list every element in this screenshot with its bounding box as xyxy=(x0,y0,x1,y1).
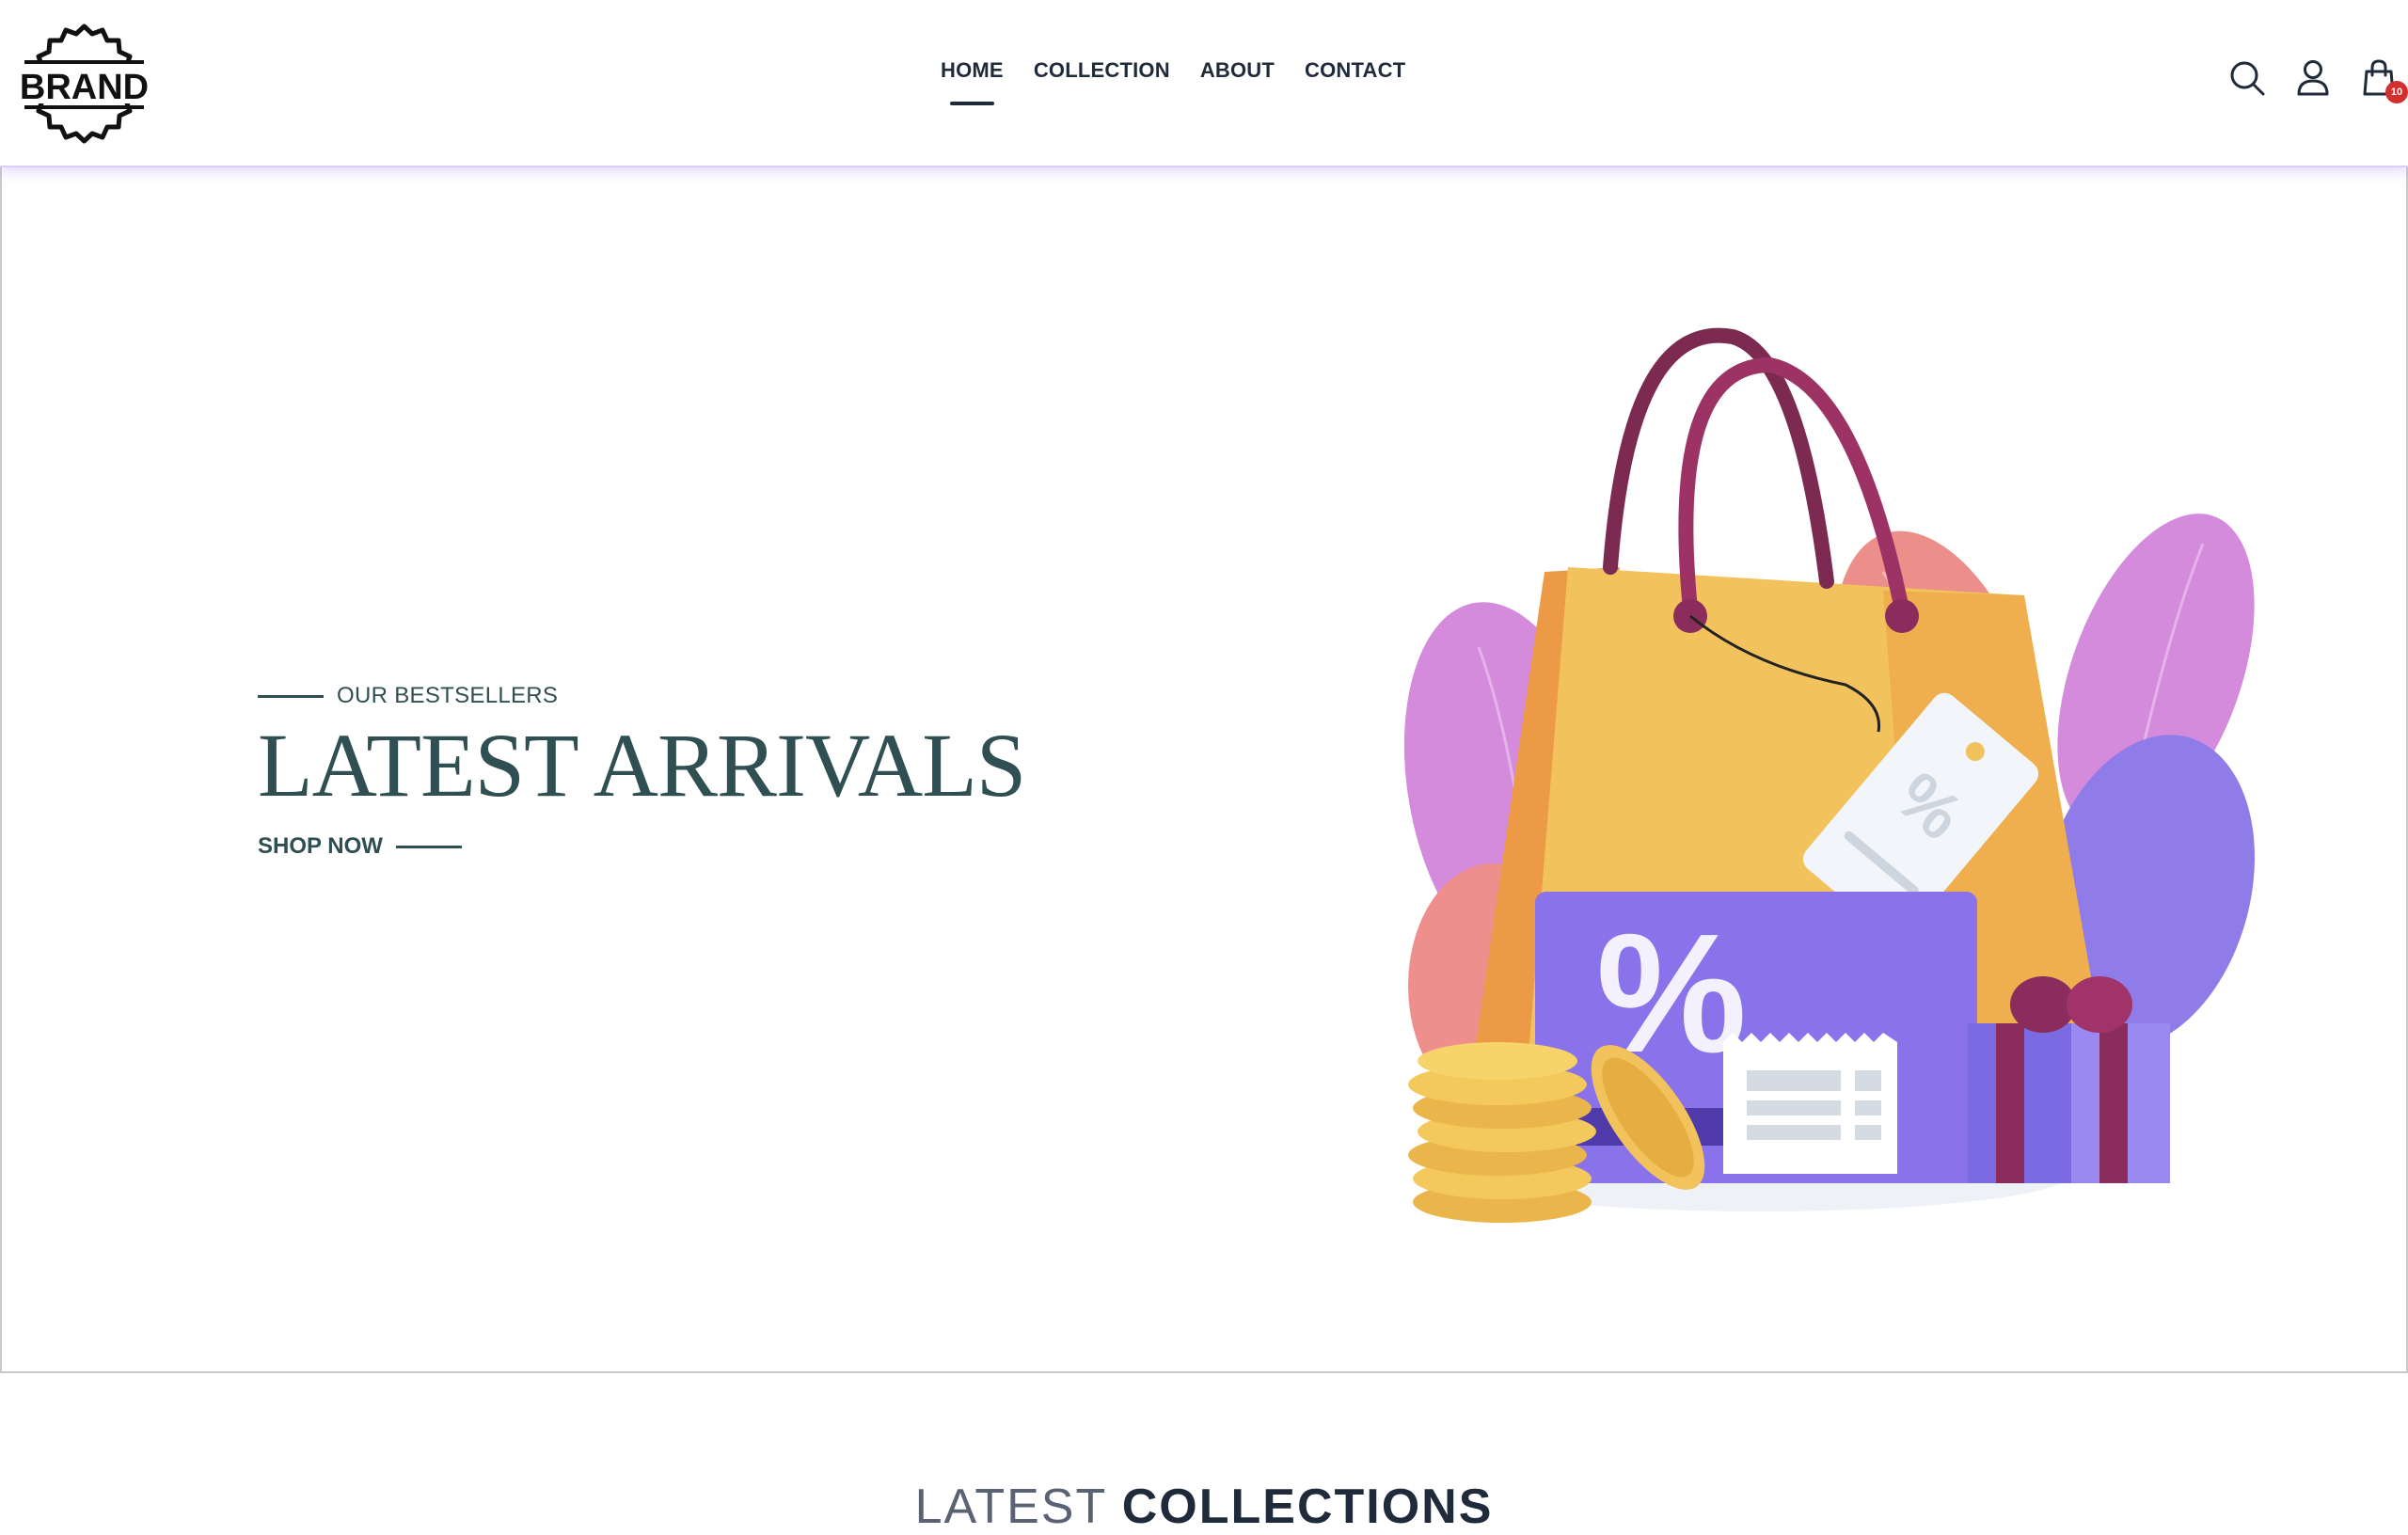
shop-now-label[interactable]: SHOP NOW xyxy=(258,833,383,860)
account-button[interactable] xyxy=(2293,58,2333,98)
eyebrow-label: OUR BESTSELLERS xyxy=(337,683,559,708)
nav-home[interactable]: HOME xyxy=(941,58,1004,115)
hero-text-block: OUR BESTSELLERS LATEST ARRIVALS SHOP NOW xyxy=(258,683,1026,860)
user-icon xyxy=(2297,60,2329,96)
cart-count-badge: 10 xyxy=(2385,81,2408,103)
nav-contact[interactable]: CONTACT xyxy=(1305,58,1405,115)
search-button[interactable] xyxy=(2227,58,2267,98)
eyebrow-divider xyxy=(258,694,324,698)
nav-about[interactable]: ABOUT xyxy=(1200,58,1275,115)
collections-heading-bold: COLLECTIONS xyxy=(1121,1480,1494,1534)
hero-eyebrow: OUR BESTSELLERS xyxy=(258,683,1025,709)
search-icon xyxy=(2230,61,2265,96)
header-actions: 10 xyxy=(2227,58,2408,103)
badge-logo-icon: BRAND xyxy=(20,24,149,144)
hero-title: LATEST ARRIVALS xyxy=(258,715,1026,815)
cart-button[interactable]: 10 xyxy=(2359,58,2408,103)
main-nav: HOME COLLECTION ABOUT CONTACT xyxy=(941,58,1435,115)
receipt xyxy=(1723,1033,1897,1174)
nav-collection[interactable]: COLLECTION xyxy=(1034,58,1170,115)
hero-illustration: % % xyxy=(1403,327,2256,1223)
site-header: BRAND HOME COLLECTION ABOUT CONTACT 10 xyxy=(0,0,2408,167)
collections-heading-light: LATEST xyxy=(914,1480,1107,1534)
shop-now-link[interactable]: SHOP NOW xyxy=(258,833,1025,860)
hero-banner: OUR BESTSELLERS LATEST ARRIVALS SHOP NOW xyxy=(0,167,2408,1373)
logo-text: BRAND xyxy=(21,68,148,107)
collections-heading: LATEST COLLECTIONS xyxy=(0,1479,2408,1535)
shop-now-divider xyxy=(395,845,462,848)
brand-logo[interactable]: BRAND xyxy=(20,21,149,148)
